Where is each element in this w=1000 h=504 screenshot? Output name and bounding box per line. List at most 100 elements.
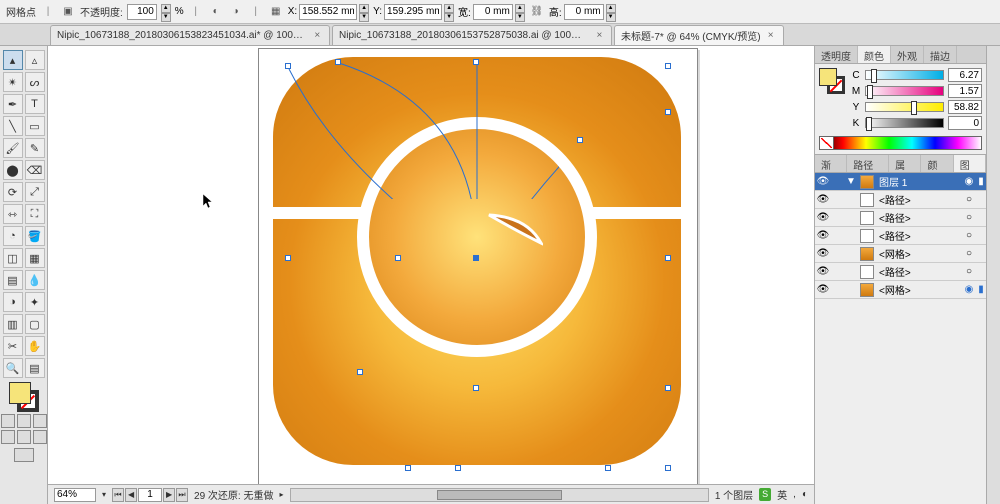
anchor-point[interactable] [473,59,479,65]
anchor-point[interactable] [395,255,401,261]
visibility-toggle[interactable]: 👁 [815,248,831,259]
target-icon[interactable]: ◉ [962,176,976,187]
disclosure-icon[interactable]: ▼ [845,176,857,187]
first-artboard-button[interactable]: ⏮ [112,488,124,502]
next-artboard-button[interactable]: ▶ [163,488,175,502]
c-value-input[interactable] [948,68,982,82]
visibility-toggle[interactable]: 👁 [815,212,831,223]
artboard-number-input[interactable] [138,488,162,502]
magic-wand-tool[interactable]: ✴ [3,72,23,92]
artboard-tool[interactable]: ▢ [25,314,45,334]
target-icon[interactable]: ○ [962,212,976,223]
tab-gradient[interactable]: 渐变 [815,155,847,172]
free-transform-tool[interactable]: ⛶ [25,204,45,224]
fill-stroke-swatches[interactable] [1,382,47,462]
zoom-menu-icon[interactable]: ▾ [102,490,106,499]
mesh-tool[interactable]: ▦ [25,248,45,268]
layer-name[interactable]: <路径> [877,210,962,225]
canvas[interactable] [48,46,814,484]
paintbrush-tool[interactable]: 🖌 [3,138,23,158]
tab-transparency[interactable]: 透明度 [815,46,858,63]
layer-name[interactable]: <网格> [877,282,962,297]
perspective-grid-tool[interactable]: ◫ [3,248,23,268]
ime-punct-icon[interactable]: , [793,489,796,500]
anchor-point[interactable] [285,255,291,261]
layer-name[interactable]: <路径> [877,192,962,207]
target-icon[interactable]: ○ [962,248,976,259]
visibility-toggle[interactable]: 👁 [815,194,831,205]
x-stepper[interactable]: ▲▼ [359,4,369,20]
blend-tool[interactable]: ◑ [3,292,23,312]
pencil-tool[interactable]: ✎ [25,138,45,158]
layer-row[interactable]: 👁 <路径> ○ [815,209,986,227]
ime-shape-icon[interactable]: ◐ [802,489,808,500]
doc-tab-1[interactable]: Nipic_10673188_20180306153752875038.ai @… [332,25,612,45]
none-color-icon[interactable] [820,137,834,149]
line-tool[interactable]: ╲ [3,116,23,136]
slice-tool[interactable]: ✂ [3,336,23,356]
link-wh-icon[interactable]: ⛓ [529,4,545,20]
print-tiling-tool[interactable]: ▤ [25,358,45,378]
h-input[interactable] [564,4,604,20]
hand-tool[interactable]: ✋ [25,336,45,356]
tab-color[interactable]: 颜色 [858,46,891,63]
target-icon[interactable]: ○ [962,266,976,277]
layer-name[interactable]: <路径> [877,228,962,243]
zoom-tool[interactable]: 🔍 [3,358,23,378]
panel-fill-stroke[interactable] [819,68,845,94]
tab-stroke[interactable]: 描边 [924,46,957,63]
anchor-point[interactable] [665,63,671,69]
tab-layers[interactable]: 图层 [954,155,986,172]
anchor-point[interactable] [405,465,411,471]
artboard[interactable] [258,48,698,484]
symbol-sprayer-tool[interactable]: ✦ [25,292,45,312]
layer-name[interactable]: <路径> [877,264,962,279]
type-tool[interactable]: T [25,94,45,114]
anchor-point-selected[interactable] [473,255,479,261]
scale-tool[interactable]: ⤢ [25,182,45,202]
visibility-toggle[interactable]: 👁 [815,230,831,241]
shape-builder-tool[interactable]: ◔ [3,226,23,246]
doc-tab-0[interactable]: Nipic_10673188_20180306153823451034.ai* … [50,25,330,45]
layer-row[interactable]: 👁 <路径> ○ [815,263,986,281]
toggle-bbox-icon[interactable]: ▣ [60,4,76,20]
gradient-tool[interactable]: ▤ [3,270,23,290]
tab-swatch[interactable]: 颜色 [921,155,953,172]
visibility-toggle[interactable]: 👁 [815,176,831,187]
zoom-input[interactable] [54,488,96,502]
blob-brush-tool[interactable]: ⬤ [3,160,23,180]
layer-row[interactable]: 👁 <网格> ◉ ▮ [815,281,986,299]
panel-fill-swatch[interactable] [819,68,837,86]
slider-y-track[interactable] [865,102,944,112]
anchor-point[interactable] [665,385,671,391]
ref-point-icon[interactable]: ▦ [268,4,284,20]
eraser-tool[interactable]: ⌫ [25,160,45,180]
anchor-point[interactable] [285,63,291,69]
layer-row[interactable]: 👁 ▼ 图层 1 ◉ ▮ [815,173,986,191]
anchor-point[interactable] [473,385,479,391]
rectangle-tool[interactable]: ▭ [25,116,45,136]
w-stepper[interactable]: ▲▼ [515,4,525,20]
layer-name[interactable]: 图层 1 [877,174,962,189]
anchor-point[interactable] [455,465,461,471]
prev-artboard-button[interactable]: ◀ [125,488,137,502]
y-value-input[interactable] [948,100,982,114]
eyedropper-tool[interactable]: 💧 [25,270,45,290]
opacity-stepper[interactable]: ▲▼ [161,4,171,20]
slider-k-track[interactable] [865,118,944,128]
lasso-tool[interactable]: ᔕ [25,72,45,92]
slider-c-track[interactable] [865,70,944,80]
none-mode-icon[interactable] [33,414,47,428]
y-stepper[interactable]: ▲▼ [444,4,454,20]
screen-mode-icon[interactable] [14,448,34,462]
target-icon[interactable]: ○ [962,194,976,205]
normal-draw-icon[interactable] [1,430,15,444]
visibility-toggle[interactable]: 👁 [815,284,831,295]
doc-tab-2[interactable]: 未标题-7* @ 64% (CMYK/预览) × [614,25,784,45]
draw-inside-icon[interactable] [33,430,47,444]
anchor-point[interactable] [665,465,671,471]
anchor-point[interactable] [665,255,671,261]
direct-select-tool[interactable]: ▵ [25,50,45,70]
recolor-icon[interactable]: ◑ [228,4,244,20]
target-icon[interactable]: ○ [962,230,976,241]
